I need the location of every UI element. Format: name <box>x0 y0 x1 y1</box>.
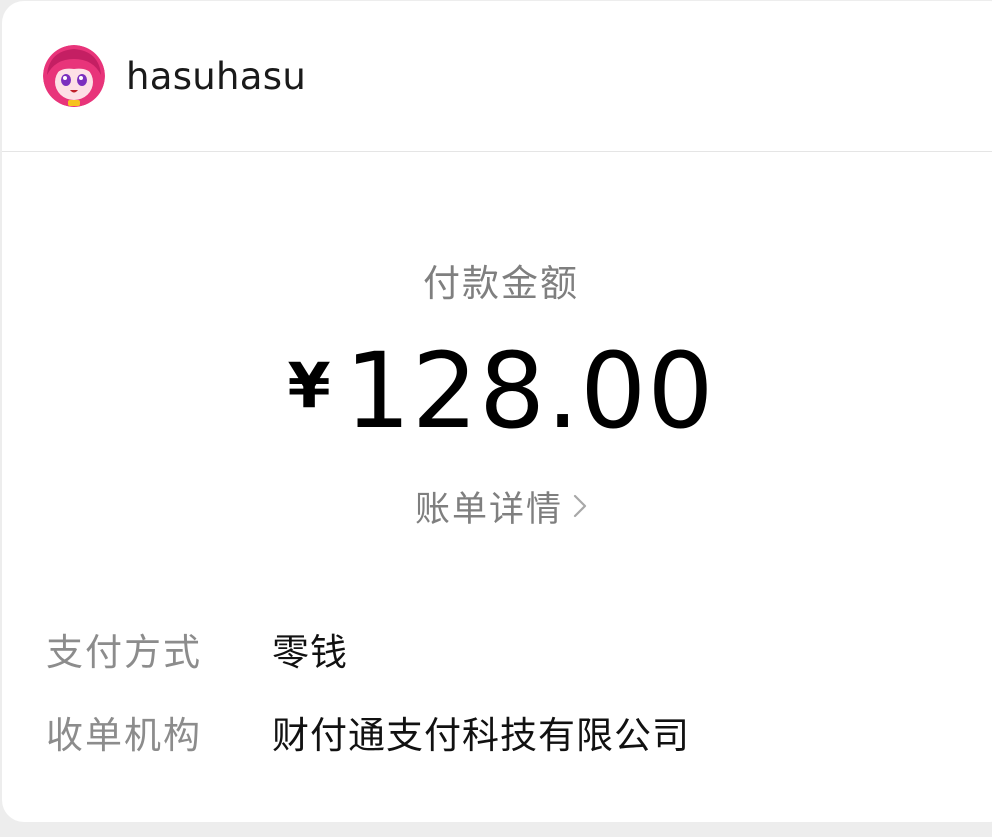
merchant-name: hasuhasu <box>126 55 307 98</box>
acquirer-row: 收单机构 财付通支付科技有限公司 <box>46 708 690 764</box>
bill-details-link[interactable]: 账单详情 <box>2 485 992 536</box>
amount-value: 128.00 <box>344 330 715 452</box>
payment-card: hasuhasu 付款金额 ¥128.00 账单详情 支付方式 零钱 收单机构 财付… <box>2 1 992 822</box>
amount-label: 付款金额 <box>423 262 579 305</box>
acquirer-value: 财付通支付科技有限公司 <box>272 714 690 757</box>
bill-details-label: 账单详情 <box>414 490 563 530</box>
currency-symbol: ¥ <box>287 349 331 422</box>
payment-method-label: 支付方式 <box>46 631 202 674</box>
payment-method-row: 支付方式 零钱 <box>46 625 348 681</box>
merchant-header[interactable]: hasuhasu <box>2 1 992 152</box>
chevron-right-icon <box>573 483 587 533</box>
payment-method-value: 零钱 <box>272 631 348 674</box>
amount-display: ¥128.00 <box>2 331 992 451</box>
anime-avatar-icon[interactable] <box>43 45 105 107</box>
acquirer-label: 收单机构 <box>46 714 202 757</box>
